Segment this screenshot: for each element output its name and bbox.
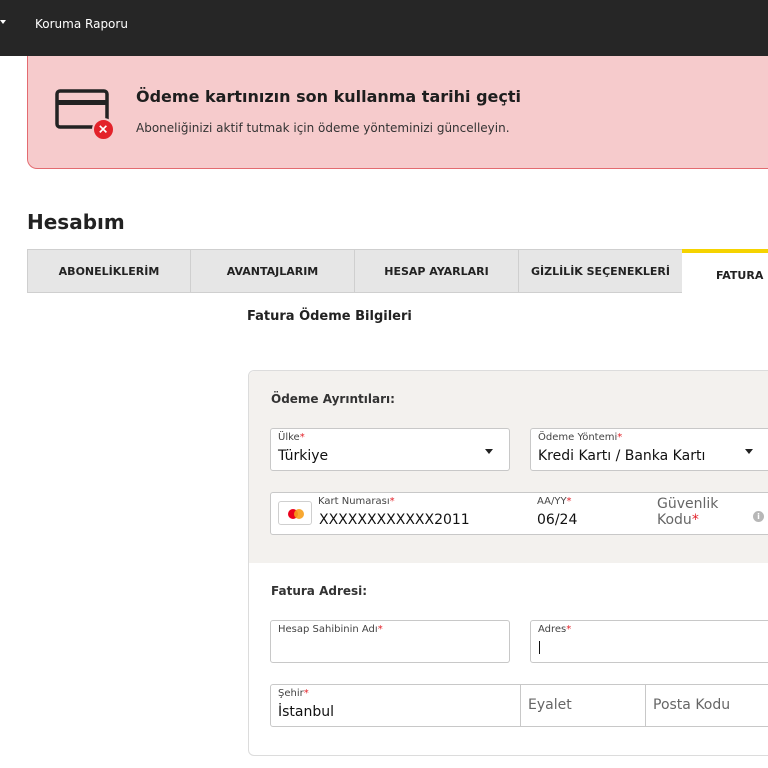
account-tabs: ABONELİKLERİM AVANTAJLARIM HESAP AYARLAR… [27, 249, 768, 293]
state-field[interactable]: Eyalet [528, 697, 572, 713]
top-navigation-bar: Koruma Raporu [0, 0, 768, 56]
expiry-value[interactable]: 06/24 [537, 512, 577, 528]
info-icon[interactable]: i [753, 511, 764, 522]
alert-subtitle: Aboneliğinizi aktif tutmak için ödeme yö… [136, 121, 510, 135]
country-value: Türkiye [278, 448, 329, 464]
card-number-value[interactable]: XXXXXXXXXXXX2011 [319, 512, 470, 528]
city-label: Şehir* [278, 688, 309, 699]
country-label: Ülke* [278, 432, 305, 443]
card-number-label-text: Kart Numarası [318, 496, 390, 507]
error-badge-icon [92, 118, 115, 141]
address-field[interactable]: Adres* [530, 620, 768, 663]
address-label-text: Adres [538, 624, 567, 635]
security-code-line1: Güvenlik [657, 496, 719, 512]
alert-title: Ödeme kartınızın son kullanma tarihi geç… [136, 87, 521, 106]
tab-subscriptions[interactable]: ABONELİKLERİM [27, 249, 191, 293]
nav-link-koruma-raporu[interactable]: Koruma Raporu [35, 17, 128, 31]
tab-privacy-options[interactable]: GİZLİLİK SEÇENEKLERİ [518, 249, 683, 293]
account-holder-name-field[interactable]: Hesap Sahibinin Adı* [270, 620, 510, 663]
holder-name-label-text: Hesap Sahibinin Adı [278, 624, 378, 635]
chevron-down-icon [485, 449, 493, 454]
divider [520, 685, 521, 726]
payment-method-label: Ödeme Yöntemi* [538, 432, 623, 443]
tab-billing[interactable]: FATURA B [682, 249, 768, 293]
tab-account-settings[interactable]: HESAP AYARLARI [354, 249, 519, 293]
text-cursor [539, 641, 540, 654]
payment-method-label-text: Ödeme Yöntemi [538, 432, 618, 443]
payment-method-select[interactable]: Ödeme Yöntemi* Kredi Kartı / Banka Kartı [530, 428, 768, 471]
billing-address-label: Fatura Adresi: [271, 584, 368, 598]
chevron-down-icon [745, 449, 753, 454]
country-label-text: Ülke [278, 432, 300, 443]
card-details-field[interactable]: Kart Numarası* XXXXXXXXXXXX2011 AA/YY* 0… [270, 492, 768, 535]
city-label-text: Şehir [278, 688, 304, 699]
security-code-field[interactable]: Güvenlik Kodu* [657, 496, 718, 528]
mastercard-icon [278, 501, 312, 525]
payment-details-label: Ödeme Ayrıntıları: [271, 392, 395, 406]
card-number-label: Kart Numarası* [318, 496, 395, 507]
divider [645, 685, 646, 726]
city-state-postal-row: Şehir* İstanbul Eyalet Posta Kodu [270, 684, 768, 727]
security-code-line2: Kodu [657, 512, 692, 528]
section-heading: Fatura Ödeme Bilgileri [247, 309, 412, 324]
payment-method-value: Kredi Kartı / Banka Kartı [538, 448, 706, 464]
chevron-down-icon[interactable] [0, 20, 6, 24]
city-value[interactable]: İstanbul [278, 704, 334, 720]
expired-card-alert: Ödeme kartınızın son kullanma tarihi geç… [27, 56, 768, 169]
billing-payment-panel: Ödeme Ayrıntıları: Ülke* Türkiye Ödeme Y… [248, 370, 768, 756]
country-select[interactable]: Ülke* Türkiye [270, 428, 510, 471]
expiry-label: AA/YY* [537, 496, 572, 507]
tab-benefits[interactable]: AVANTAJLARIM [190, 249, 355, 293]
holder-name-label: Hesap Sahibinin Adı* [278, 624, 383, 635]
page-title: Hesabım [27, 210, 125, 234]
postal-code-field[interactable]: Posta Kodu [653, 697, 730, 713]
address-label: Adres* [538, 624, 572, 635]
expiry-label-text: AA/YY [537, 496, 567, 507]
